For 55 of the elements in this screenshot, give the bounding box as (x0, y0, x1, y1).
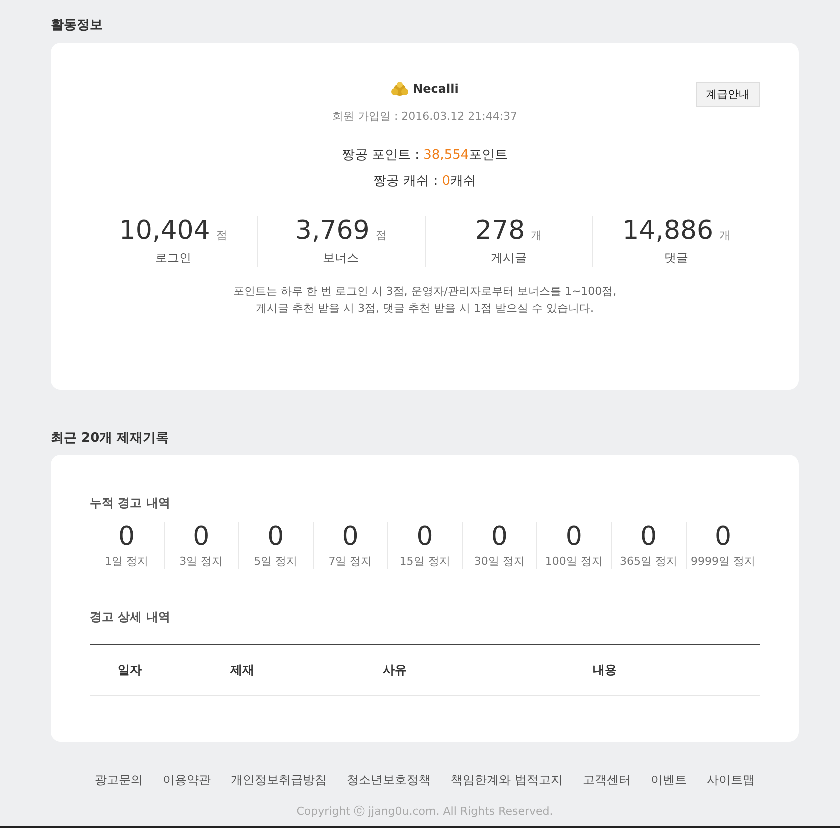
points-text: 짱공 포인트 : 38,554포인트 (340, 147, 510, 164)
warning-count: 0 (341, 522, 360, 552)
column-header: 제재 (230, 662, 256, 678)
footer-link[interactable]: 이벤트 (650, 772, 687, 789)
medal-icon (391, 81, 410, 97)
count-label: 1일 정지 (104, 554, 150, 569)
stat-value: 14,886 (622, 216, 714, 246)
footer-link[interactable]: 고객센터 (582, 772, 631, 789)
footer-link[interactable]: 개인정보취급방침 (231, 772, 328, 789)
footer-link[interactable]: 청소년보호정책 (347, 772, 432, 789)
warning-count: 0 (416, 522, 434, 552)
grade-guide-button[interactable]: 계급안내 (696, 82, 760, 107)
stat-value: 3,769 (295, 216, 370, 246)
copyright-text: Copyright ⓒ jjang0u.com. All Rights Reserved. (296, 805, 554, 819)
stat-unit: 점 (376, 228, 387, 243)
warning-count: 0 (118, 522, 136, 552)
cash-text: 짱공 캐쉬 : 0캐쉬 (372, 173, 478, 190)
stat-unit: 개 (720, 228, 731, 243)
column-header: 사유 (382, 662, 408, 678)
warning-count: 0 (714, 522, 733, 552)
warning-count: 0 (564, 522, 584, 552)
stat-label: 게시글 (490, 250, 528, 267)
warning-count: 0 (192, 522, 211, 552)
count-label: 9999일 정지 (690, 554, 757, 569)
column-header: 일자 (117, 662, 143, 678)
points-note: 게시글 추천 받을 시 3점, 댓글 추천 받을 시 1점 받으실 수 있습니다. (255, 301, 595, 317)
count-label: 100일 정지 (544, 554, 604, 569)
footer-link[interactable]: 책임한계와 법적고지 (451, 772, 563, 789)
stat-label: 보너스 (322, 250, 360, 267)
points-note: 포인트는 하루 한 번 로그인 시 3점, 운영자/관리자로부터 보너스를 1~100점, (232, 284, 618, 300)
warning-count: 0 (639, 522, 658, 552)
section-title: 최근 20개 제재기록 (51, 430, 170, 447)
username: Necalli (413, 82, 459, 96)
footer-link[interactable]: 사이트맵 (706, 772, 755, 789)
warning-count: 0 (266, 522, 286, 552)
footer-link[interactable]: 이용약관 (163, 772, 212, 789)
section-title: 활동정보 (51, 17, 104, 34)
stat-value: 10,404 (119, 216, 210, 246)
count-label: 3일 정지 (178, 554, 224, 569)
stat-unit: 점 (216, 228, 228, 243)
count-label: 5일 정지 (253, 554, 299, 569)
join-date: 회원 가입일 : 2016.03.12 21:44:37 (331, 109, 519, 124)
count-label: 30일 정지 (473, 554, 526, 569)
warning-count: 0 (490, 522, 509, 552)
subsection-title: 경고 상세 내역 (90, 609, 172, 626)
subsection-title: 누적 경고 내역 (90, 495, 172, 512)
column-header: 내용 (592, 662, 618, 678)
count-label: 15일 정지 (398, 554, 452, 569)
stat-unit: 개 (531, 228, 542, 243)
stat-value: 278 (476, 216, 526, 246)
count-label: 7일 정지 (328, 554, 374, 569)
stat-label: 로그인 (154, 250, 192, 267)
stat-label: 댓글 (664, 250, 690, 267)
footer-link[interactable]: 광고문의 (95, 772, 144, 789)
count-label: 365일 정지 (618, 554, 678, 569)
